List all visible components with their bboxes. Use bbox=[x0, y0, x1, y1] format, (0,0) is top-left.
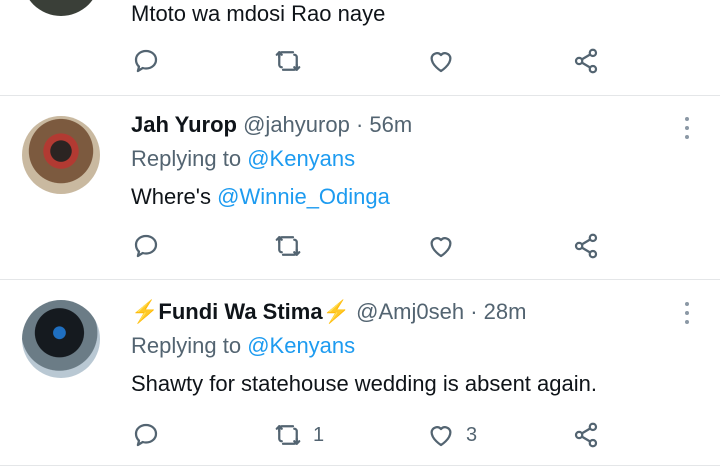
avatar[interactable] bbox=[22, 116, 100, 194]
more-options-icon[interactable] bbox=[680, 302, 694, 324]
user-handle[interactable]: @Amj0seh bbox=[356, 299, 464, 324]
lightning-icon: ⚡ bbox=[322, 299, 350, 324]
share-button[interactable] bbox=[571, 229, 601, 263]
more-options-icon[interactable] bbox=[680, 117, 694, 139]
tweet-text: Where's @Winnie_Odinga bbox=[131, 182, 660, 212]
retweet-icon bbox=[275, 236, 301, 256]
replying-to: Replying to @Kenyans bbox=[131, 331, 660, 361]
avatar[interactable] bbox=[22, 0, 100, 16]
reply-icon bbox=[134, 49, 158, 73]
avatar[interactable] bbox=[22, 300, 100, 378]
user-handle[interactable]: @jahyurop bbox=[243, 112, 350, 137]
like-count: 3 bbox=[466, 423, 478, 446]
display-name[interactable]: Fundi Wa Stima bbox=[158, 299, 322, 324]
share-icon bbox=[574, 48, 598, 74]
tweet-2[interactable]: Jah Yurop @jahyurop · 56m Replying to @K… bbox=[0, 96, 720, 280]
retweet-count: 1 bbox=[313, 423, 325, 446]
timestamp[interactable]: 28m bbox=[484, 299, 527, 324]
heart-icon bbox=[430, 52, 452, 73]
tweet-actions bbox=[131, 44, 611, 78]
retweet-icon bbox=[275, 425, 301, 445]
reply-button[interactable] bbox=[131, 418, 161, 452]
reply-mention-link[interactable]: @Kenyans bbox=[247, 146, 355, 171]
separator-dot: · bbox=[355, 112, 364, 137]
share-icon bbox=[574, 233, 598, 259]
retweet-button[interactable] bbox=[273, 229, 303, 263]
tweet-header: ⚡Fundi Wa Stima⚡ @Amj0seh · 28m bbox=[131, 297, 660, 327]
heart-icon bbox=[430, 237, 452, 258]
tweet-3[interactable]: ⚡Fundi Wa Stima⚡ @Amj0seh · 28m Replying… bbox=[0, 280, 720, 466]
display-name[interactable]: Jah Yurop bbox=[131, 112, 237, 137]
reply-button[interactable] bbox=[131, 229, 161, 263]
share-button[interactable] bbox=[571, 44, 601, 78]
heart-icon bbox=[430, 426, 452, 447]
tweet-header: Jah Yurop @jahyurop · 56m bbox=[131, 110, 660, 140]
tweet-text-prefix: Where's bbox=[131, 184, 218, 209]
reply-icon bbox=[134, 234, 158, 258]
reply-mention-link[interactable]: @Kenyans bbox=[247, 333, 355, 358]
share-icon bbox=[574, 422, 598, 448]
reply-icon bbox=[134, 423, 158, 447]
reply-button[interactable] bbox=[131, 44, 161, 78]
separator-dot: · bbox=[470, 299, 478, 324]
tweet-1[interactable]: Mtoto wa mdosi Rao naye bbox=[0, 0, 720, 96]
lightning-icon: ⚡ bbox=[131, 299, 159, 324]
like-button[interactable] bbox=[426, 229, 456, 263]
tweet-actions bbox=[131, 229, 611, 263]
share-button[interactable] bbox=[571, 418, 601, 452]
replying-label: Replying to bbox=[131, 333, 242, 358]
replying-label: Replying to bbox=[131, 146, 242, 171]
retweet-button[interactable]: 1 bbox=[273, 418, 324, 452]
tweet-text: Mtoto wa mdosi Rao naye bbox=[131, 1, 386, 26]
retweet-button[interactable] bbox=[273, 44, 303, 78]
tweet-actions: 1 3 bbox=[131, 418, 611, 452]
timestamp[interactable]: 56m bbox=[369, 112, 412, 137]
tweet-text: Shawty for statehouse wedding is absent … bbox=[131, 371, 597, 396]
like-button[interactable] bbox=[426, 44, 456, 78]
retweet-icon bbox=[275, 51, 301, 71]
replying-to: Replying to @Kenyans bbox=[131, 144, 660, 174]
like-button[interactable]: 3 bbox=[426, 418, 477, 452]
mention-link[interactable]: @Winnie_Odinga bbox=[217, 184, 390, 209]
